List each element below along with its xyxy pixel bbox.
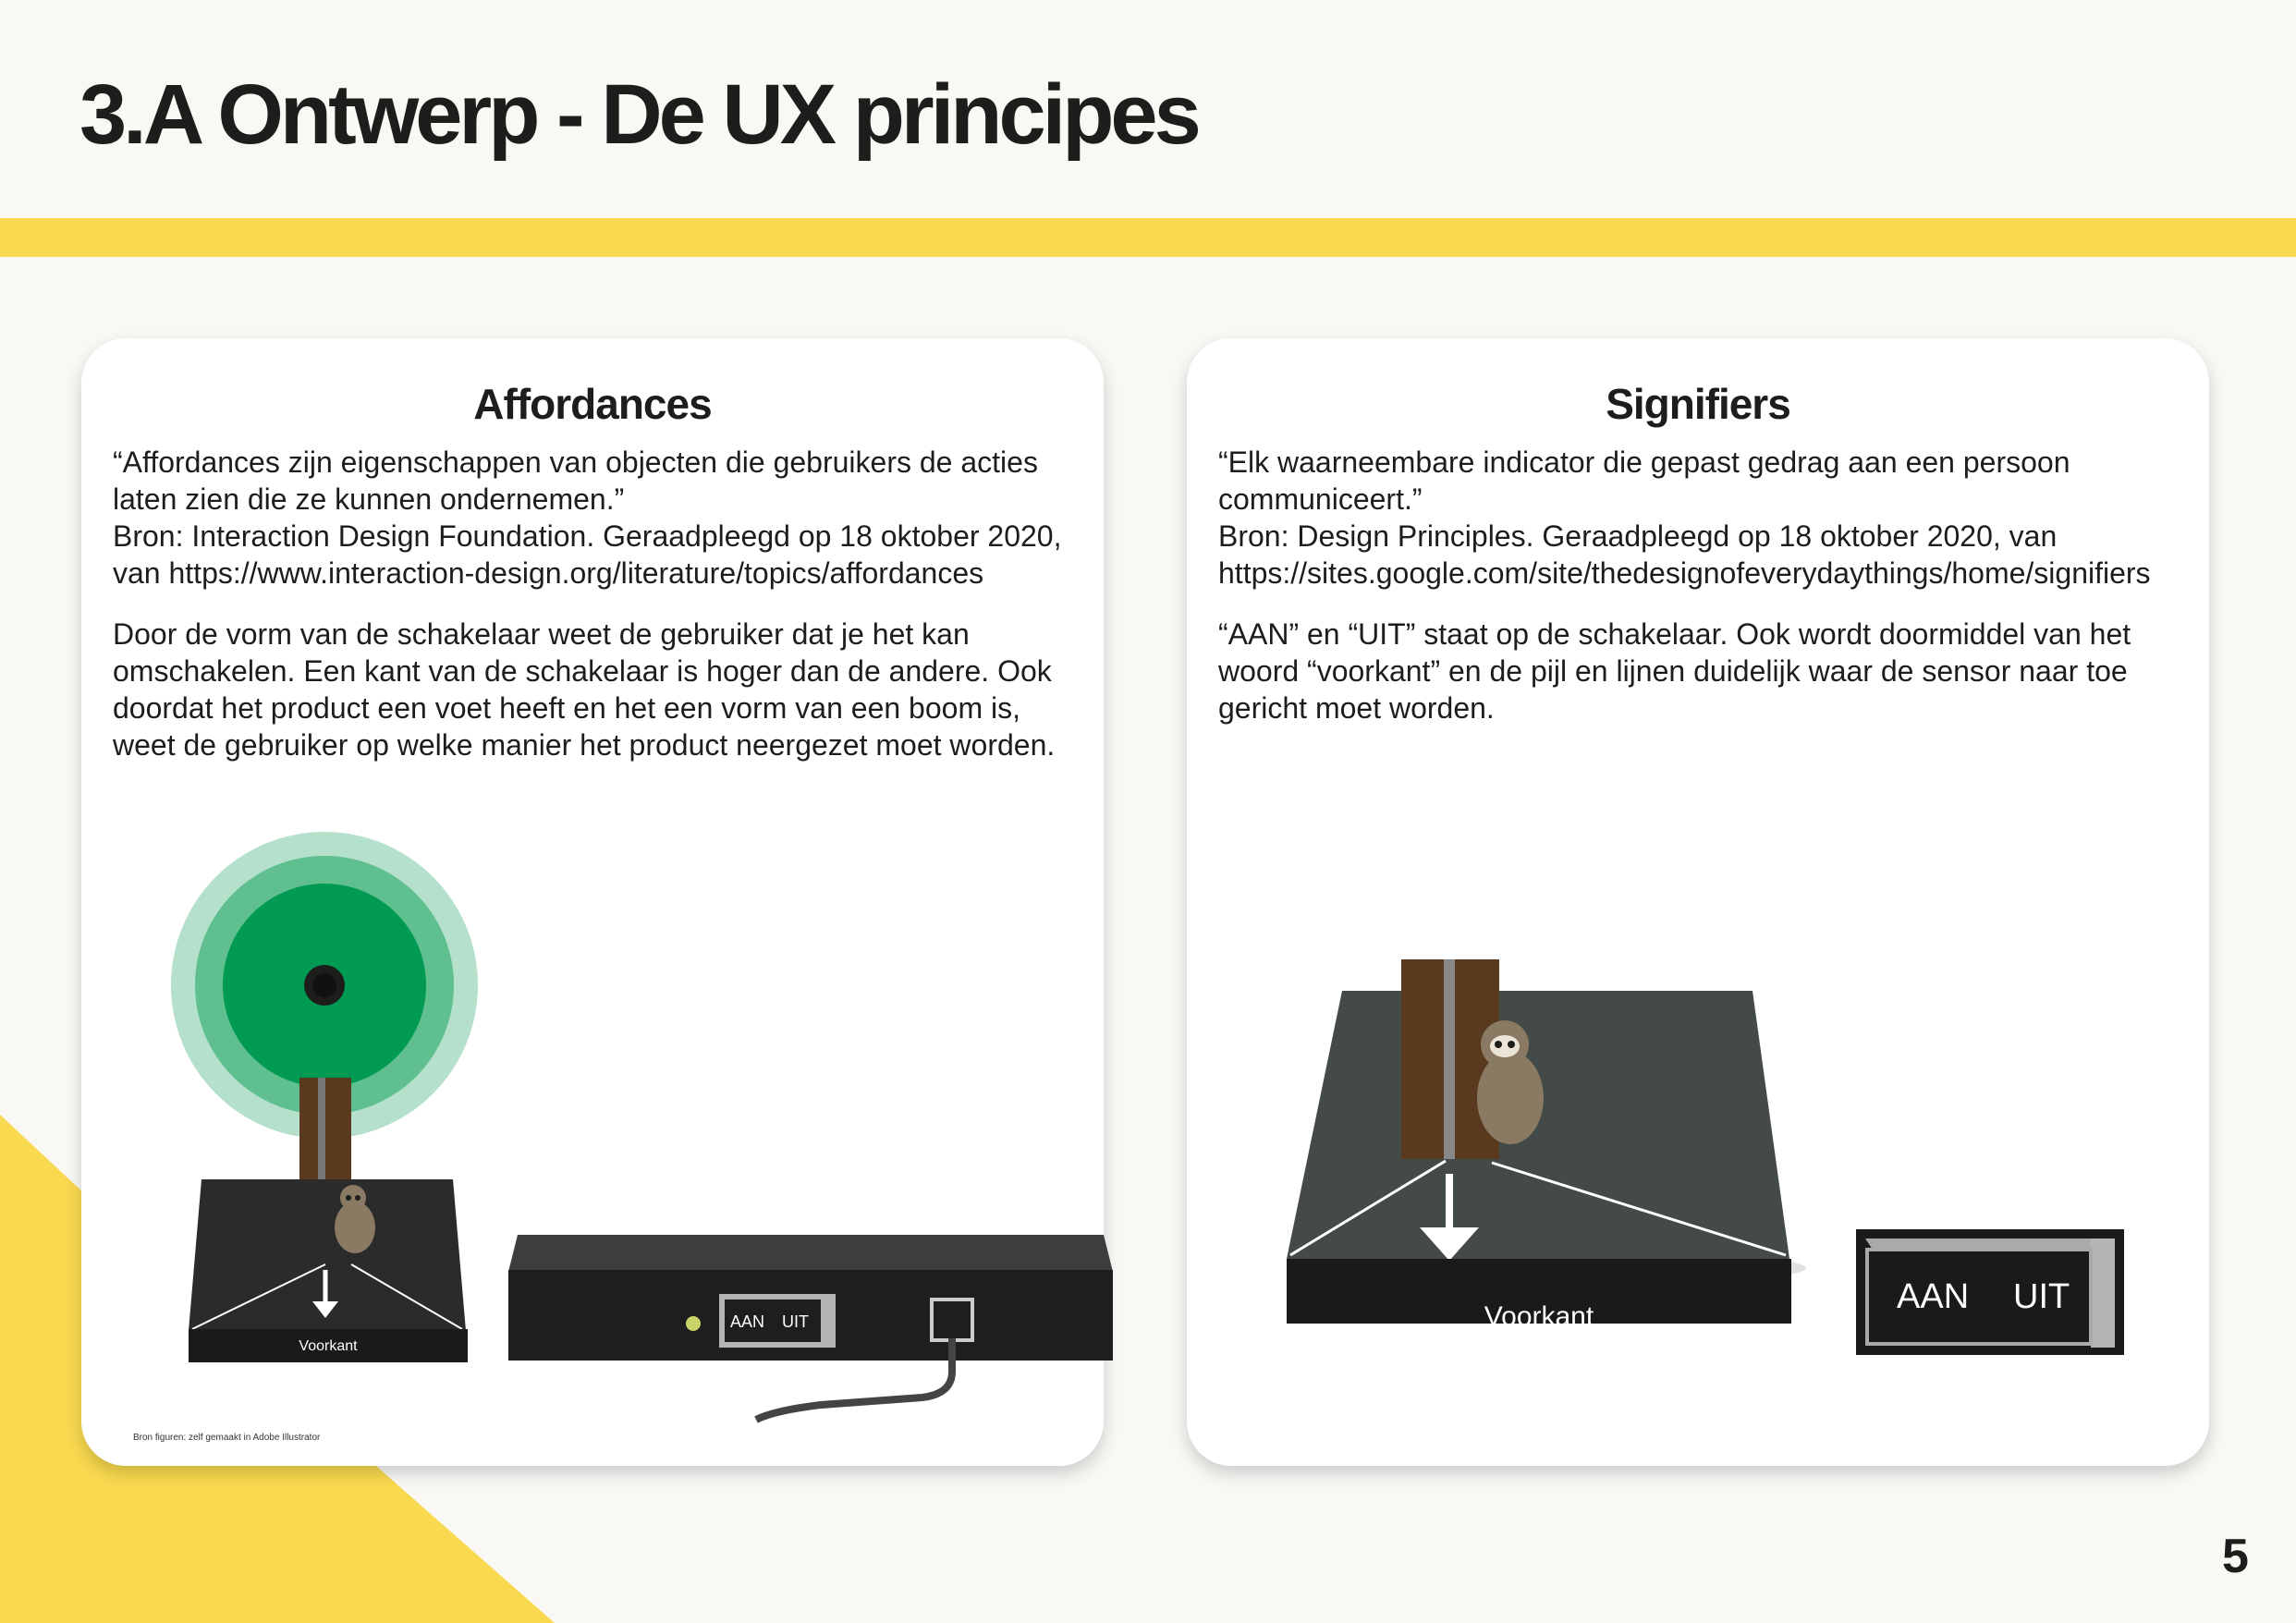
- sensor-base-figure: [1287, 959, 1806, 1324]
- box-switch-on-label: AAN: [730, 1312, 765, 1331]
- affordances-title: Affordances: [473, 380, 712, 428]
- affordances-body: Door de vorm van de schakelaar weet de g…: [113, 617, 1056, 762]
- affordances-card: Affordances “Affordances zijn eigenschap…: [81, 338, 1113, 1466]
- signifiers-title: Signifiers: [1606, 380, 1791, 428]
- signifiers-source: Bron: Design Principles. Geraadpleegd op…: [1218, 519, 2151, 590]
- page-number: 5: [2222, 1530, 2249, 1583]
- figures-credit: Bron figuren: zelf gemaakt in Adobe Illu…: [133, 1433, 321, 1443]
- affordances-quote-block: “Affordances zijn eigenschappen van obje…: [113, 444, 1076, 592]
- closeup-switch-off-label: UIT: [2013, 1277, 2070, 1316]
- affordances-quote: “Affordances zijn eigenschappen van obje…: [113, 445, 1038, 516]
- tree-product-figure: [171, 832, 478, 1362]
- closeup-switch-on-label: AAN: [1897, 1277, 1970, 1316]
- signifiers-quote: “Elk waarneembare indicator die gepast g…: [1218, 445, 2070, 516]
- base-front-label: Voorkant: [1484, 1301, 1594, 1332]
- signifiers-quote-block: “Elk waarneembare indicator die gepast g…: [1218, 444, 2181, 592]
- signifiers-body: “AAN” en “UIT” staat op de schakelaar. O…: [1218, 617, 2131, 725]
- affordances-source: Bron: Interaction Design Foundation. Ger…: [113, 519, 1062, 590]
- signifiers-card: Signifiers “Elk waarneembare indicator d…: [1187, 338, 2209, 1466]
- box-switch-off-label: UIT: [782, 1312, 809, 1331]
- header-band: [0, 218, 2296, 257]
- page-title: 3.A Ontwerp - De UX principes: [79, 67, 1202, 162]
- tree-front-label: Voorkant: [299, 1338, 358, 1354]
